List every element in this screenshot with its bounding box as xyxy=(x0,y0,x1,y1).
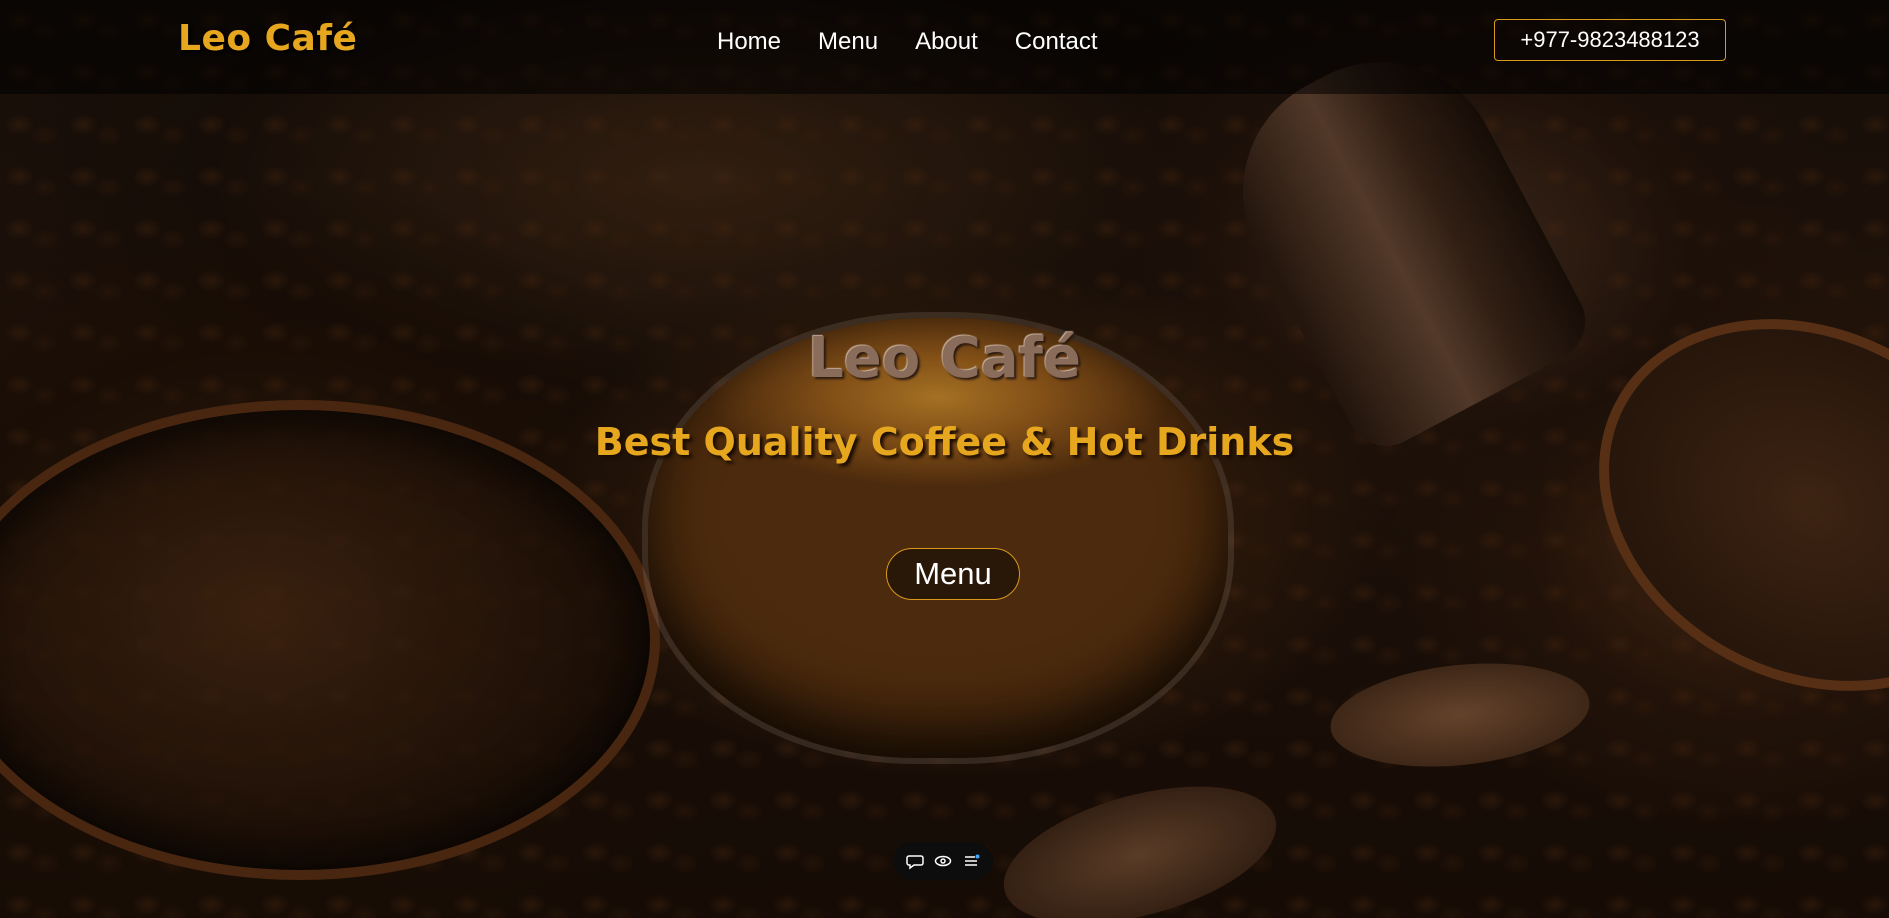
hero-section: Leo Café Home Menu About Contact +977-98… xyxy=(0,0,1889,918)
list-menu-icon[interactable] xyxy=(960,850,982,872)
nav-link-home[interactable]: Home xyxy=(717,28,781,56)
menu-button[interactable]: Menu xyxy=(886,548,1020,600)
hero-subtitle: Best Quality Coffee & Hot Drinks xyxy=(594,420,1295,464)
nav-link-menu[interactable]: Menu xyxy=(818,28,878,56)
phone-button[interactable]: +977-9823488123 xyxy=(1494,19,1726,61)
chat-bubble-icon[interactable] xyxy=(904,850,926,872)
nav-link-about[interactable]: About xyxy=(915,28,978,56)
nav-link-contact[interactable]: Contact xyxy=(1015,28,1098,56)
eye-icon[interactable] xyxy=(932,850,954,872)
navbar: Leo Café Home Menu About Contact +977-98… xyxy=(0,0,1889,94)
floating-toolbar xyxy=(893,842,993,880)
brand-logo[interactable]: Leo Café xyxy=(178,18,357,59)
nav-links: Home Menu About Contact xyxy=(717,28,1098,56)
hero-title: Leo Café xyxy=(808,326,1081,391)
